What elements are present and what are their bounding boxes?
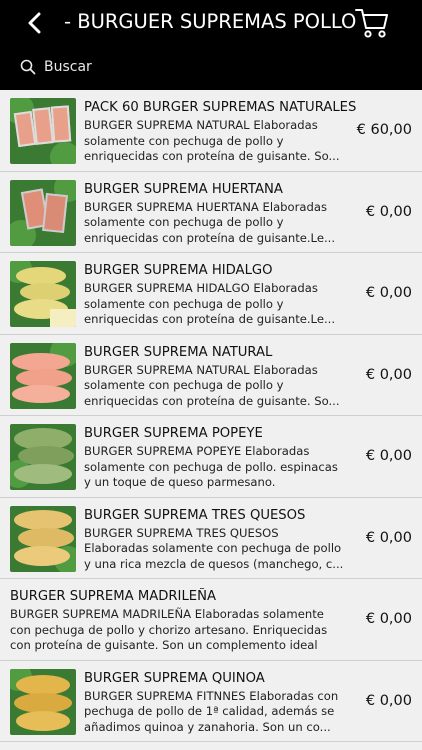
product-description: BURGER SUPREMA POPEYE Elaboradas solamen…	[84, 444, 338, 489]
product-row[interactable]: BURGER SUPREMA QUINOA BURGER SUPREMA FIT…	[0, 661, 422, 742]
product-description: BURGER SUPREMA TRES QUESOS Elaboradas so…	[84, 525, 344, 571]
product-row[interactable]: BURGER SUPREMA HUERTANA BURGER SUPREMA H…	[0, 172, 422, 253]
product-name: BURGER SUPREMA MADRILEÑA	[10, 589, 217, 604]
product-price: € 0,00	[365, 285, 412, 301]
search-input[interactable]: Buscar	[44, 59, 92, 75]
product-image	[10, 261, 76, 327]
product-description: BURGER SUPREMA NATURAL Elaboradas solame…	[84, 362, 340, 408]
product-name: BURGER SUPREMA HUERTANA	[84, 181, 283, 197]
product-row[interactable]: PACK 60 BURGER SUPREMAS NATURALES BURGER…	[0, 90, 422, 172]
product-row[interactable]: BURGER SUPREMA TRES QUESOS BURGER SUPREM…	[0, 498, 422, 579]
product-image	[10, 342, 76, 409]
product-name: BURGER SUPREMA NATURAL	[84, 344, 273, 360]
cart-icon	[355, 9, 388, 38]
page-title: - BURGUER SUPREMAS POLLO	[64, 10, 357, 33]
product-image	[10, 505, 76, 572]
product-price: € 0,00	[365, 611, 412, 627]
product-row[interactable]: BURGER SUPREMA NATURAL BURGER SUPREMA NA…	[0, 335, 422, 416]
product-description: BURGER SUPREMA HIDALGO Elaboradas solame…	[84, 281, 336, 326]
product-image	[10, 179, 76, 246]
product-name: BURGER SUPREMA TRES QUESOS	[84, 507, 306, 523]
product-price: € 60,00	[356, 122, 412, 138]
product-row[interactable]: BURGER SUPREMA HIDALGO BURGER SUPREMA HI…	[0, 253, 422, 335]
cart-button[interactable]	[354, 6, 390, 40]
product-image	[10, 668, 76, 735]
search-icon	[20, 59, 36, 75]
product-price: € 0,00	[365, 366, 412, 383]
product-name: BURGER SUPREMA QUINOA	[84, 670, 265, 686]
product-description: BURGER SUPREMA MADRILEÑA Elaboradas sola…	[10, 607, 328, 652]
product-description: BURGER SUPREMA HUERTANA Elaboradas solam…	[84, 199, 336, 245]
product-row[interactable]: BURGER SUPREMA POPEYE BURGER SUPREMA POP…	[0, 416, 422, 498]
product-price: € 0,00	[365, 448, 412, 464]
app-header: - BURGUER SUPREMAS POLLO Buscar	[0, 0, 422, 90]
chevron-left-icon	[28, 12, 41, 34]
product-row[interactable]: BURGER SUPREMA MADRILEÑA BURGER SUPREMA …	[0, 579, 422, 661]
product-name: BURGER SUPREMA POPEYE	[84, 426, 263, 441]
product-image	[10, 98, 76, 164]
product-price: € 0,00	[365, 692, 412, 709]
product-name: PACK 60 BURGER SUPREMAS NATURALES	[84, 100, 357, 115]
product-description: BURGER SUPREMA NATURAL Elaboradas solame…	[84, 118, 340, 163]
product-price: € 0,00	[365, 203, 412, 220]
search-bar[interactable]: Buscar	[20, 56, 92, 78]
product-image	[10, 424, 76, 490]
product-name: BURGER SUPREMA HIDALGO	[84, 263, 273, 278]
back-button[interactable]	[20, 8, 50, 38]
product-price: € 0,00	[365, 529, 412, 546]
product-list: PACK 60 BURGER SUPREMAS NATURALES BURGER…	[0, 90, 422, 750]
product-description: BURGER SUPREMA FITNNES Elaboradas con pe…	[84, 688, 339, 734]
